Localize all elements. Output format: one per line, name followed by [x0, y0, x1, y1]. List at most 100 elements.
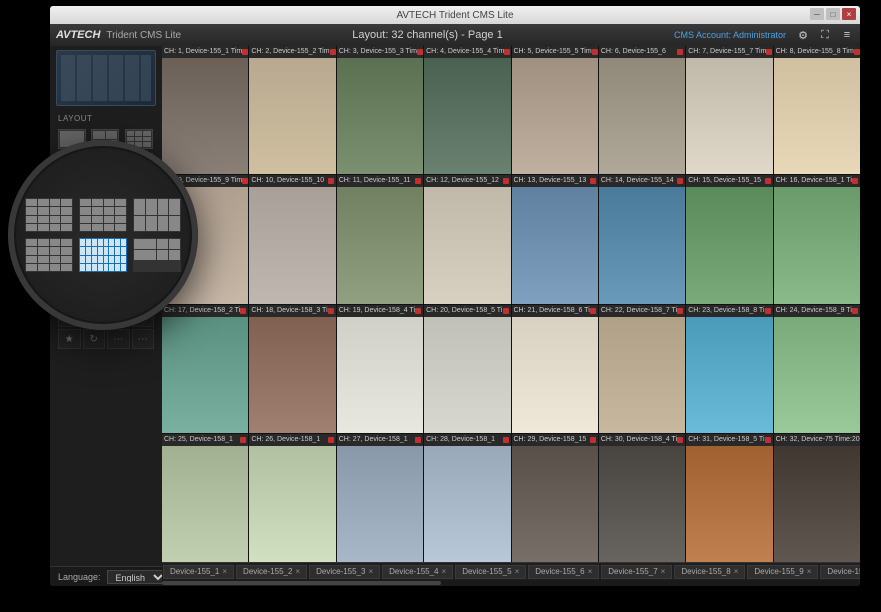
video-cell[interactable]: CH: 18, Device-158_3 Ti	[249, 305, 335, 433]
minimize-button[interactable]: ─	[810, 8, 824, 20]
video-cell[interactable]: CH: 13, Device-155_13	[512, 175, 598, 303]
video-cell[interactable]: CH: 11, Device-155_11	[337, 175, 423, 303]
close-tab-icon[interactable]: ×	[515, 567, 520, 576]
video-cell[interactable]: CH: 23, Device-158_8 Ti	[686, 305, 772, 433]
video-cell[interactable]: CH: 1, Device-155_1 Tim	[162, 46, 248, 174]
channel-header: CH: 7, Device-155_7 Tim	[686, 46, 772, 58]
channel-header: CH: 10, Device-155_10	[249, 175, 335, 187]
close-window-button[interactable]: ×	[842, 8, 856, 20]
device-tab[interactable]: Device-155_4 ×	[382, 565, 453, 579]
video-cell[interactable]: CH: 7, Device-155_7 Tim	[686, 46, 772, 174]
mag-layout-25[interactable]	[79, 198, 127, 232]
device-tab[interactable]: Device-155_2×	[236, 565, 307, 579]
close-tab-icon[interactable]: ×	[222, 567, 227, 576]
video-feed	[337, 317, 423, 433]
channel-header: CH: 19, Device-158_4 Ti	[337, 305, 423, 317]
video-feed	[686, 58, 772, 174]
video-feed	[774, 446, 860, 562]
mag-layout-32-selected[interactable]	[79, 238, 127, 272]
menu-icon[interactable]: ≡	[840, 28, 854, 42]
video-cell[interactable]: CH: 5, Device-155_5 Tim	[512, 46, 598, 174]
close-tab-icon[interactable]: ×	[295, 567, 300, 576]
video-cell[interactable]: CH: 22, Device-158_7 Ti	[599, 305, 685, 433]
video-cell[interactable]: CH: 30, Device-158_4 Ti	[599, 434, 685, 562]
mag-layout-8[interactable]	[133, 198, 181, 232]
video-feed	[249, 446, 335, 562]
video-cell[interactable]: CH: 6, Device-155_6	[599, 46, 685, 174]
horizontal-scrollbar[interactable]	[162, 580, 860, 586]
device-tab[interactable]: Device-155_7×	[601, 565, 672, 579]
fullscreen-icon[interactable]: ⛶	[818, 28, 832, 42]
record-indicator-icon	[242, 49, 248, 55]
video-cell[interactable]: CH: 12, Device-155_12	[424, 175, 510, 303]
channel-label: CH: 19, Device-158_4 Ti	[339, 305, 415, 317]
video-cell[interactable]: CH: 2, Device-155_2 Tim	[249, 46, 335, 174]
record-indicator-icon	[765, 178, 771, 184]
video-cell[interactable]: CH: 32, Device-75 Time:20	[774, 434, 860, 562]
device-tab[interactable]: Device-155_5 ×	[455, 565, 526, 579]
mag-layout-16[interactable]	[25, 198, 73, 232]
scrollbar-thumb[interactable]	[162, 581, 441, 585]
record-indicator-icon	[592, 49, 598, 55]
close-tab-icon[interactable]: ×	[442, 567, 447, 576]
channel-header: CH: 25, Device-158_1	[162, 434, 248, 446]
record-indicator-icon	[677, 308, 683, 314]
channel-header: CH: 6, Device-155_6	[599, 46, 685, 58]
video-cell[interactable]: CH: 24, Device-158_9 Ti	[774, 305, 860, 433]
device-tab[interactable]: Device-155_9×	[747, 565, 818, 579]
device-tab[interactable]: Device-155_6×	[528, 565, 599, 579]
video-cell[interactable]: CH: 29, Device-158_15	[512, 434, 598, 562]
video-cell[interactable]: CH: 3, Device-155_3 Tim	[337, 46, 423, 174]
video-cell[interactable]: CH: 20, Device-158_5 Ti	[424, 305, 510, 433]
mag-layout-custom[interactable]	[133, 238, 181, 272]
video-cell[interactable]: CH: 16, Device-158_1 Ti	[774, 175, 860, 303]
close-tab-icon[interactable]: ×	[661, 567, 666, 576]
close-tab-icon[interactable]: ×	[734, 567, 739, 576]
video-cell[interactable]: CH: 28, Device-158_1	[424, 434, 510, 562]
video-feed	[162, 317, 248, 433]
channel-label: CH: 28, Device-158_1	[426, 434, 495, 446]
video-cell[interactable]: CH: 27, Device-158_1	[337, 434, 423, 562]
channel-label: CH: 26, Device-158_1	[251, 434, 320, 446]
extra-button-2[interactable]: ⋯	[132, 329, 155, 349]
device-tab[interactable]: Device-155_3×	[309, 565, 380, 579]
device-tab[interactable]: Device-155_8×	[674, 565, 745, 579]
record-indicator-icon	[330, 49, 336, 55]
mag-layout-36[interactable]	[25, 238, 73, 272]
channel-label: CH: 17, Device-158_2 Ti	[164, 305, 240, 317]
video-cell[interactable]: CH: 31, Device-158_5 Ti	[686, 434, 772, 562]
device-tab-label: Device-155_4	[389, 567, 438, 576]
close-tab-icon[interactable]: ×	[368, 567, 373, 576]
video-cell[interactable]: CH: 25, Device-158_1	[162, 434, 248, 562]
video-cell[interactable]: CH: 26, Device-158_1	[249, 434, 335, 562]
record-indicator-icon	[766, 49, 772, 55]
video-cell[interactable]: CH: 17, Device-158_2 Ti	[162, 305, 248, 433]
close-tab-icon[interactable]: ×	[588, 567, 593, 576]
close-tab-icon[interactable]: ×	[807, 567, 812, 576]
tour-button[interactable]: ↻	[83, 329, 106, 349]
video-cell[interactable]: CH: 15, Device-155_15	[686, 175, 772, 303]
maximize-button[interactable]: □	[826, 8, 840, 20]
video-cell[interactable]: CH: 10, Device-155_10	[249, 175, 335, 303]
video-cell[interactable]: CH: 4, Device-155_4 Tim	[424, 46, 510, 174]
video-feed	[424, 187, 510, 303]
language-select[interactable]: English	[107, 570, 167, 584]
video-cell[interactable]: CH: 14, Device-155_14	[599, 175, 685, 303]
video-feed	[599, 187, 685, 303]
channel-label: CH: 29, Device-158_15	[514, 434, 587, 446]
device-tab-label: Device-155_5	[462, 567, 511, 576]
video-cell[interactable]: CH: 19, Device-158_4 Ti	[337, 305, 423, 433]
device-tab[interactable]: Device-155_10×	[820, 565, 860, 579]
video-cell[interactable]: CH: 21, Device-158_6 Ti	[512, 305, 598, 433]
account-link[interactable]: CMS Account: Administrator	[674, 30, 786, 40]
device-tab[interactable]: Device-155_1×	[163, 565, 234, 579]
preview-thumbnail[interactable]	[56, 50, 156, 106]
extra-button-1[interactable]: ⋯	[107, 329, 130, 349]
channel-header: CH: 11, Device-155_11	[337, 175, 423, 187]
video-cell[interactable]: CH: 8, Device-155_8 Tim	[774, 46, 860, 174]
record-indicator-icon	[240, 437, 246, 443]
settings-icon[interactable]: ⚙	[796, 28, 810, 42]
channel-header: CH: 2, Device-155_2 Tim	[249, 46, 335, 58]
preset-button[interactable]: ★	[58, 329, 81, 349]
video-feed	[424, 446, 510, 562]
